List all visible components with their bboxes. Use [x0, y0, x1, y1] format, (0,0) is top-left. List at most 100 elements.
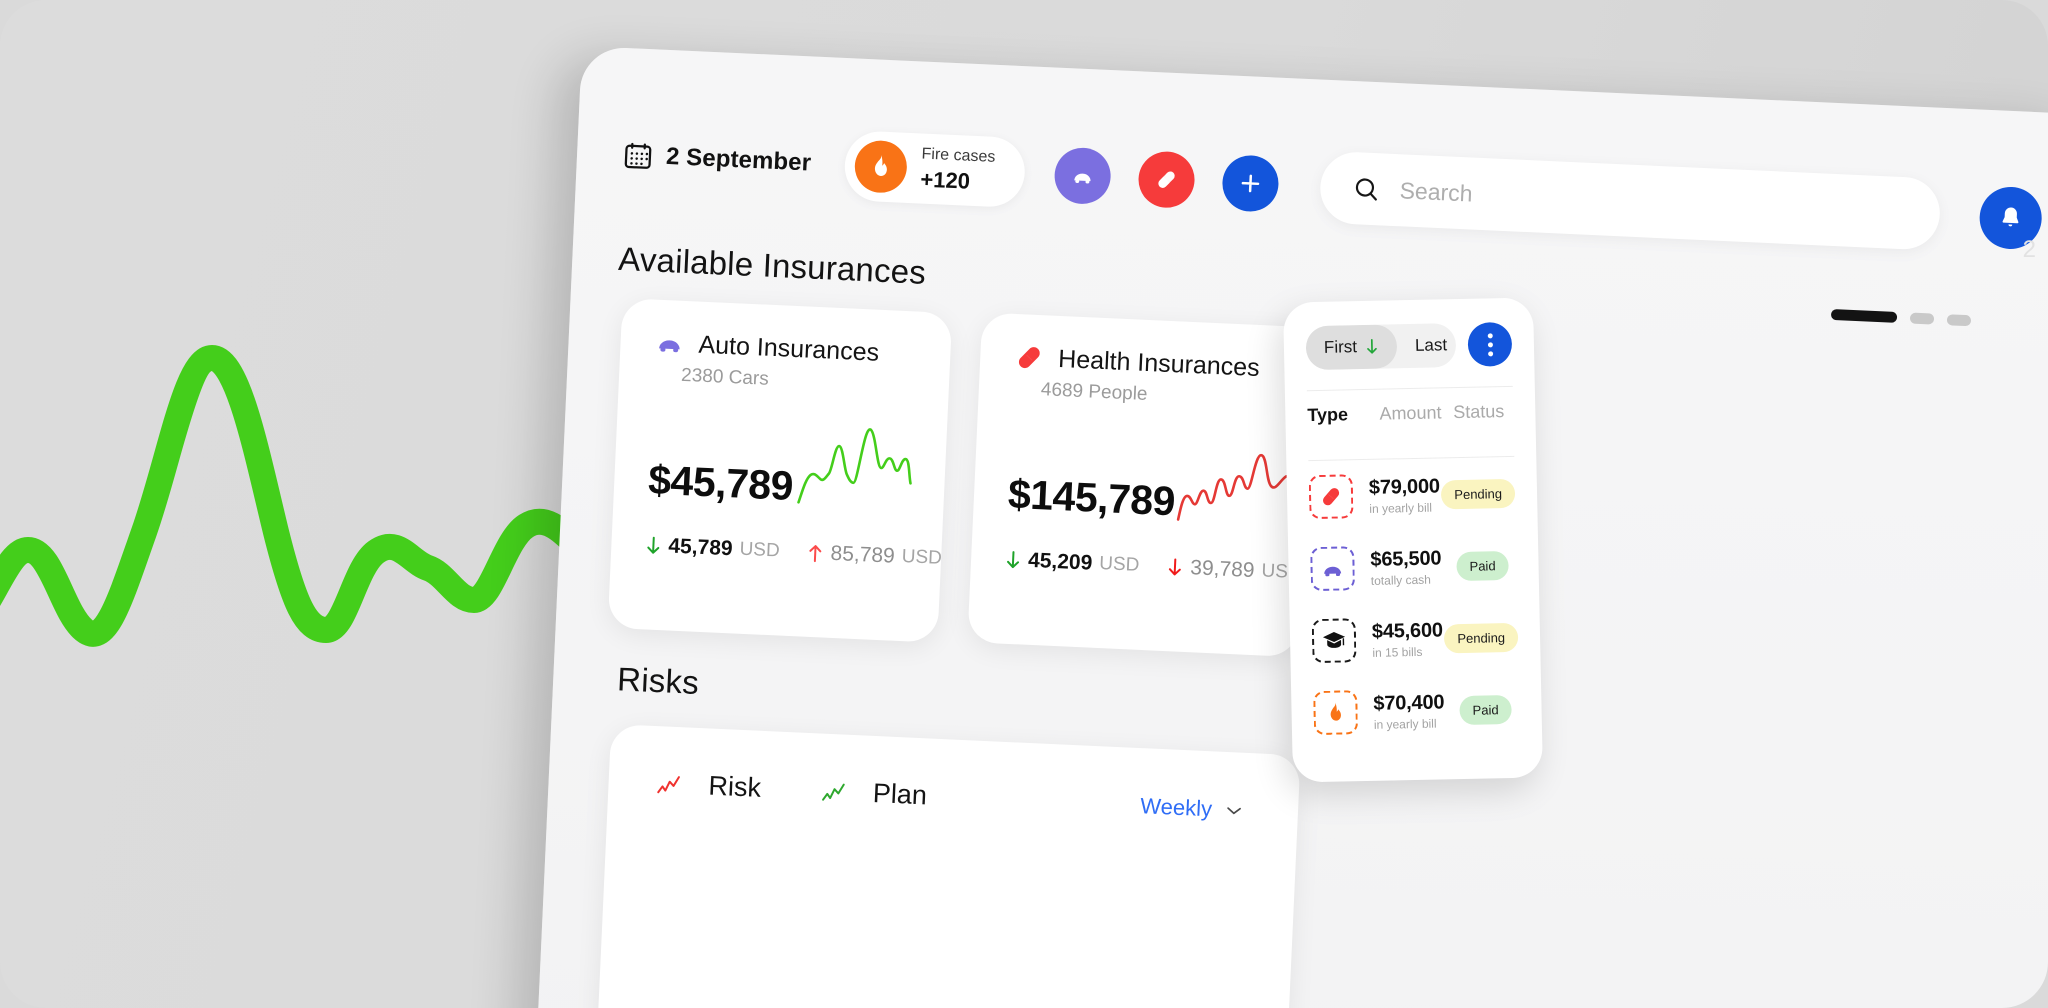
arrow-up-icon	[1455, 336, 1456, 354]
card-title: Health Insurances	[1057, 344, 1261, 382]
type-icon-box	[1313, 690, 1359, 736]
risks-legend: Risk Plan Weekly	[608, 724, 1301, 828]
type-icon-box	[1310, 546, 1356, 592]
search-input[interactable]	[1399, 176, 1909, 227]
corner-number: 2	[2022, 236, 2036, 263]
plus-icon-button[interactable]	[1221, 154, 1280, 213]
calendar-icon	[624, 142, 652, 169]
arrow-up-icon	[809, 545, 822, 563]
legend-plan[interactable]: Plan	[820, 776, 928, 812]
amount-cell: $79,000 in yearly bill	[1368, 474, 1442, 516]
transactions-panel: First Last Type Amount Status $79,000 in…	[1283, 297, 1543, 783]
search-icon	[1355, 178, 1377, 201]
amount-note: in yearly bill	[1369, 500, 1433, 516]
column-header-status[interactable]: Status	[1453, 401, 1514, 423]
stat-value: 39,789	[1189, 556, 1256, 583]
amount-value: $79,000	[1368, 474, 1441, 499]
car-icon	[1324, 566, 1342, 577]
column-header-type[interactable]: Type	[1307, 404, 1380, 427]
card-amount-row: $145,789	[973, 398, 1308, 531]
chevron-down-icon	[1227, 806, 1241, 814]
card-health-insurances[interactable]: Health Insurances 4689 People $145,789 4…	[967, 312, 1312, 658]
card-amount: $45,789	[647, 456, 795, 509]
amount-cell: $45,600 in 15 bills	[1371, 618, 1445, 660]
card-amount-row: $45,789	[613, 384, 948, 517]
stat-up: 85,789 USD	[807, 541, 942, 571]
stat-value: 45,209	[1027, 548, 1093, 575]
period-selector[interactable]: Weekly	[1140, 793, 1245, 824]
sort-segmented-control[interactable]: First Last	[1305, 323, 1457, 371]
stat-currency: USD	[739, 538, 781, 562]
card-header: Health Insurances	[980, 312, 1312, 385]
background-stage: 2 September Fire cases +120 Search Avail…	[0, 0, 2048, 1008]
arrow-down-icon	[1367, 338, 1377, 354]
page-title-risks: Risks	[616, 660, 700, 701]
bell-icon	[2002, 207, 2019, 227]
sort-last-button[interactable]: Last	[1397, 323, 1457, 368]
date-label: 2 September	[665, 142, 812, 177]
amount-note: in yearly bill	[1373, 716, 1437, 732]
pagination-dot-2[interactable]	[1909, 312, 1935, 325]
flame-icon	[1330, 702, 1341, 721]
fire-cases-label: Fire cases	[921, 145, 996, 166]
sparkline-health	[1176, 453, 1288, 521]
amount-note: totally cash	[1370, 572, 1432, 588]
legend-label: Plan	[872, 777, 928, 811]
stat-down: 45,209 USD	[1005, 548, 1140, 578]
carousel-pagination[interactable]	[1830, 308, 1972, 327]
amount-value: $45,600	[1371, 618, 1444, 643]
type-icon-box	[1308, 474, 1354, 520]
trend-line-icon	[821, 783, 845, 801]
amount-note: in 15 bills	[1372, 644, 1423, 660]
legend-label: Risk	[707, 770, 762, 803]
arrow-down-icon	[1169, 558, 1182, 576]
top-bar: 2 September Fire cases +120	[621, 112, 2044, 262]
pagination-dot-1[interactable]	[1830, 308, 1898, 323]
pill-icon-button[interactable]	[1137, 150, 1196, 209]
date-display: 2 September	[622, 139, 812, 179]
table-row[interactable]: $65,500 totally cash Paid	[1310, 529, 1517, 605]
arrow-down-icon	[1007, 551, 1020, 569]
pill-icon	[1018, 347, 1040, 369]
amount-value: $65,500	[1370, 546, 1442, 571]
pill-icon	[1323, 488, 1340, 506]
stat-value: 85,789	[830, 541, 896, 568]
kebab-menu-icon-button[interactable]	[1467, 321, 1513, 367]
car-icon-button[interactable]	[1053, 146, 1112, 206]
status-badge: Pending	[1444, 622, 1519, 653]
card-title: Auto Insurances	[697, 330, 880, 367]
arrow-down-icon	[647, 536, 660, 554]
car-icon	[659, 340, 680, 353]
stat-currency: USD	[1098, 553, 1140, 576]
sort-last-label: Last	[1414, 335, 1448, 355]
status-badge: Paid	[1459, 694, 1512, 725]
card-risks: Risk Plan Weekly	[596, 724, 1301, 1008]
card-header: Auto Insurances	[620, 298, 952, 371]
stat-down-secondary: 39,789 USD	[1167, 555, 1302, 585]
status-badge: Paid	[1456, 550, 1509, 581]
stat-currency: USD	[901, 546, 943, 569]
amount-cell: $65,500 totally cash	[1370, 546, 1457, 588]
page-title-available-insurances: Available Insurances	[617, 239, 927, 291]
amount-value: $70,400	[1373, 690, 1445, 715]
table-row[interactable]: $45,600 in 15 bills Pending	[1311, 601, 1519, 677]
table-row[interactable]: $70,400 in yearly bill Paid	[1313, 673, 1520, 749]
type-icon-box	[1311, 618, 1357, 664]
column-header-amount[interactable]: Amount	[1379, 402, 1453, 425]
stat-down: 45,789 USD	[645, 533, 780, 563]
period-label: Weekly	[1139, 792, 1213, 821]
card-amount: $145,789	[1007, 470, 1177, 525]
stat-value: 45,789	[667, 534, 734, 561]
pagination-dot-3[interactable]	[1946, 314, 1972, 327]
sort-first-button[interactable]: First	[1305, 324, 1398, 371]
trend-line-icon	[657, 775, 680, 793]
sort-first-label: First	[1323, 337, 1358, 357]
search-bar[interactable]	[1318, 150, 1942, 251]
card-auto-insurances[interactable]: Auto Insurances 2380 Cars $45,789 45,789	[607, 298, 953, 643]
fire-cases-chip[interactable]: Fire cases +120	[843, 130, 1027, 209]
flame-icon	[853, 139, 909, 194]
legend-risk[interactable]: Risk	[656, 768, 762, 804]
status-badge: Pending	[1441, 478, 1516, 509]
table-row[interactable]: $79,000 in yearly bill Pending	[1308, 457, 1516, 533]
fire-cases-value: +120	[919, 166, 971, 194]
